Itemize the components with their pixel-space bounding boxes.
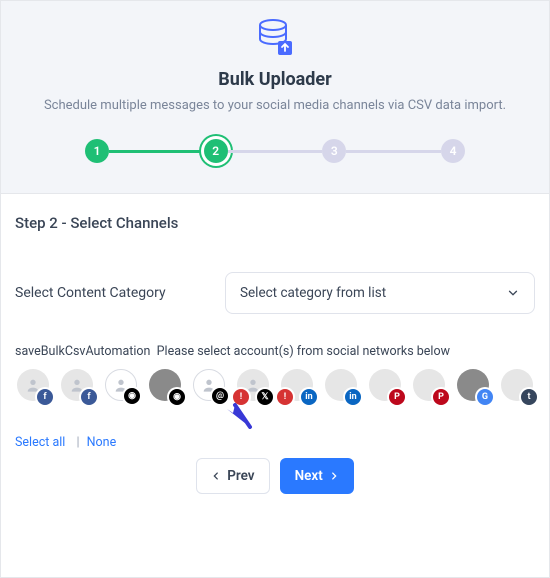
wizard-header: Bulk Uploader Schedule multiple messages…: [1, 1, 549, 194]
page-subtitle: Schedule multiple messages to your socia…: [21, 98, 529, 113]
error-icon: !: [277, 389, 293, 405]
instagram-icon: ◉: [169, 389, 185, 405]
threads-icon: @: [212, 388, 228, 404]
chevron-left-icon: [211, 471, 221, 481]
category-label: Select Content Category: [15, 285, 195, 301]
page-title: Bulk Uploader: [21, 69, 529, 90]
channel-tumblr[interactable]: t: [501, 369, 533, 401]
step-line-1-2: [109, 150, 204, 153]
category-select[interactable]: Select category from list: [225, 272, 535, 314]
channel-linkedin-2[interactable]: in: [325, 369, 357, 401]
category-row: Select Content Category Select category …: [15, 272, 535, 314]
step-1[interactable]: 1: [85, 139, 109, 163]
step-heading: Step 2 - Select Channels: [15, 214, 535, 232]
channel-strip: f f ◉ ◉ @ ! 𝕏 ! in in P: [15, 369, 535, 401]
channel-google-business[interactable]: G: [457, 369, 489, 401]
select-all-link[interactable]: Select all: [15, 435, 65, 450]
facebook-icon: f: [37, 389, 53, 405]
bulk-uploader-icon: [253, 15, 297, 59]
prev-button-label: Prev: [227, 468, 254, 484]
channel-facebook-1[interactable]: f: [17, 369, 49, 401]
selection-links: Select all | None: [15, 435, 535, 450]
instagram-icon: ◉: [124, 388, 140, 404]
next-button-label: Next: [295, 468, 323, 484]
linkedin-icon: in: [345, 389, 361, 405]
wizard-nav: Prev Next: [15, 458, 535, 494]
channel-pinterest-2[interactable]: P: [413, 369, 445, 401]
step-line-2-3: [228, 150, 323, 153]
x-twitter-icon: 𝕏: [257, 389, 273, 405]
channel-instagram-1[interactable]: ◉: [105, 369, 137, 401]
channel-instagram-2[interactable]: ◉: [149, 369, 181, 401]
helper-line: saveBulkCsvAutomation Please select acco…: [15, 344, 535, 359]
step-4: 4: [441, 139, 465, 163]
select-none-link[interactable]: None: [87, 435, 117, 450]
linkedin-icon: in: [301, 389, 317, 405]
step-2[interactable]: 2: [204, 139, 228, 163]
wizard-body: Step 2 - Select Channels Select Content …: [1, 194, 549, 502]
step-3: 3: [322, 139, 346, 163]
helper-key: saveBulkCsvAutomation: [15, 344, 150, 359]
wizard-stepper: 1 2 3 4: [85, 139, 465, 163]
chevron-down-icon: [506, 286, 520, 300]
prev-button[interactable]: Prev: [196, 458, 269, 494]
channel-x[interactable]: ! 𝕏: [237, 369, 269, 401]
tumblr-icon: t: [521, 389, 537, 405]
pinterest-icon: P: [389, 389, 405, 405]
helper-text: Please select account(s) from social net…: [157, 344, 450, 359]
channel-threads[interactable]: @: [193, 369, 225, 401]
category-select-placeholder: Select category from list: [240, 285, 386, 301]
error-icon: !: [233, 389, 249, 405]
next-button[interactable]: Next: [280, 458, 354, 494]
step-line-3-4: [346, 150, 441, 153]
pinterest-icon: P: [433, 389, 449, 405]
channel-linkedin-1[interactable]: ! in: [281, 369, 313, 401]
chevron-right-icon: [329, 471, 339, 481]
channel-facebook-2[interactable]: f: [61, 369, 93, 401]
facebook-icon: f: [81, 389, 97, 405]
google-icon: G: [477, 389, 493, 405]
channel-pinterest-1[interactable]: P: [369, 369, 401, 401]
link-separator: |: [76, 435, 79, 450]
